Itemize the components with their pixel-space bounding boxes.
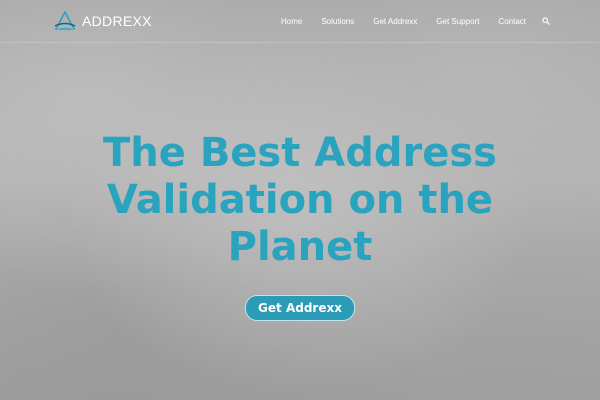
nav-item-solutions[interactable]: Solutions — [321, 17, 354, 26]
nav-item-get-support[interactable]: Get Support — [436, 17, 479, 26]
brand[interactable]: ADDREXX — [54, 11, 152, 31]
brand-name: ADDREXX — [82, 13, 152, 29]
top-navbar: ADDREXX Home Solutions Get Addrexx Get S… — [0, 0, 600, 43]
hero-title: The Best Address Validation on the Plane… — [20, 130, 580, 271]
nav-item-get-addrexx[interactable]: Get Addrexx — [373, 17, 417, 26]
hero-title-line-3: Planet — [227, 224, 373, 270]
hero-title-line-2: Validation on the — [106, 177, 494, 223]
nav-item-contact[interactable]: Contact — [498, 17, 526, 26]
hero-section: The Best Address Validation on the Plane… — [0, 130, 600, 321]
search-icon[interactable] — [542, 17, 550, 25]
main-nav: Home Solutions Get Addrexx Get Support C… — [262, 0, 550, 42]
hero-title-line-1: The Best Address — [103, 130, 497, 176]
get-addrexx-button[interactable]: Get Addrexx — [245, 295, 355, 321]
nav-search-item[interactable] — [526, 17, 550, 25]
mountain-logo-icon — [54, 11, 76, 30]
nav-item-home[interactable]: Home — [281, 17, 302, 26]
